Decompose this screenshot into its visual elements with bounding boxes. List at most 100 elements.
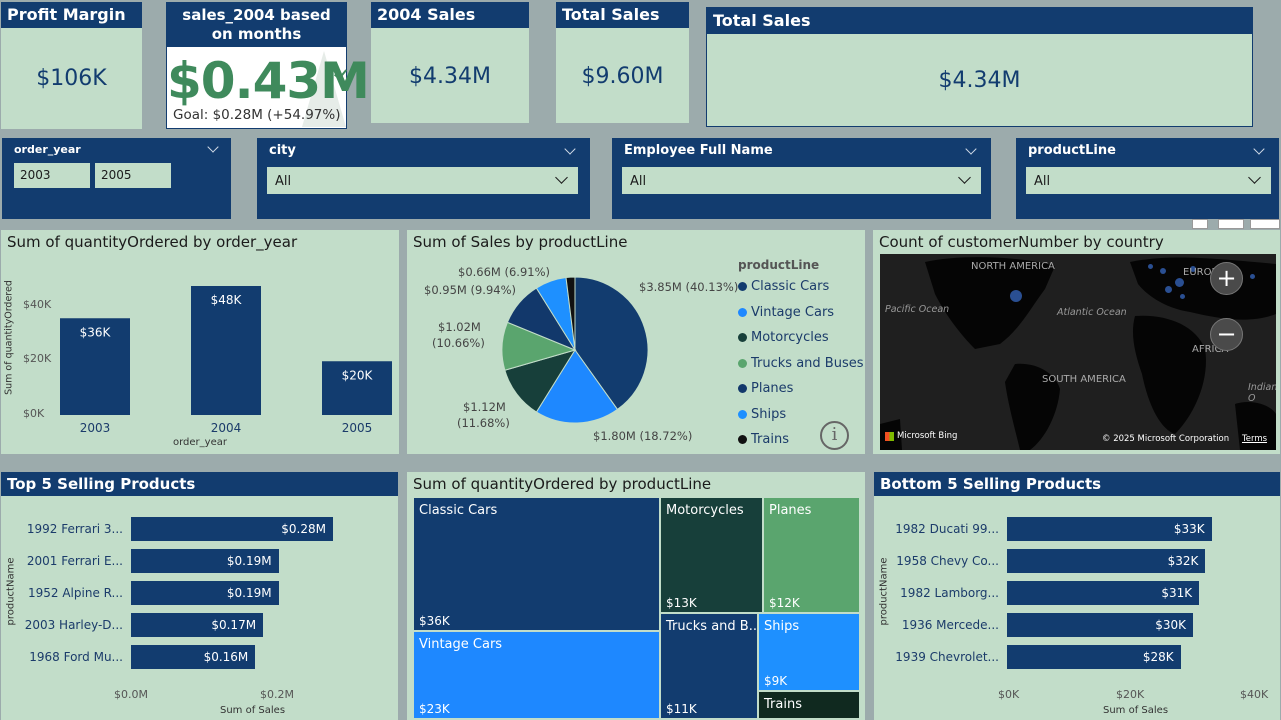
x-axis-label: Sum of Sales — [1103, 705, 1169, 716]
x-tick-label: 2004 — [211, 421, 242, 435]
treemap-cell-trains[interactable]: Trains — [758, 691, 860, 719]
legend-label: Classic Cars — [751, 279, 830, 294]
bar-category-label: 2001 Ferrari E... — [26, 554, 123, 568]
kpi-goal: Goal: $0.28M (+54.97%) — [173, 107, 341, 123]
more-options-icon[interactable] — [1250, 219, 1280, 229]
chevron-down-icon — [1248, 171, 1261, 184]
bottom5-products-chart: Bottom 5 Selling Products productName 19… — [874, 472, 1280, 720]
slicer-label: Employee Full Name — [624, 143, 773, 158]
qty-by-year-chart: Sum of quantityOrdered by order_year Sum… — [1, 230, 399, 454]
map-bubble[interactable] — [1165, 286, 1172, 293]
map-bubble[interactable] — [1180, 294, 1185, 299]
kpi-title: 2004 Sales — [371, 2, 529, 28]
bar-category-label: 1982 Ducati 99... — [895, 522, 999, 536]
map-bubble[interactable] — [1160, 268, 1166, 274]
zoom-out-button[interactable]: − — [1210, 318, 1243, 351]
bar-value-label: $48K — [211, 293, 243, 307]
map-bubble[interactable] — [1250, 274, 1255, 279]
legend-dot — [738, 384, 747, 393]
kpi-sales-2004-months: sales_2004 based on months $0.43M Goal: … — [166, 2, 370, 129]
map-copyright: © 2025 Microsoft Corporation — [1102, 434, 1230, 444]
treemap-cell-trucks[interactable]: Trucks and B... $11K — [660, 613, 761, 719]
legend-item[interactable]: Planes — [738, 381, 793, 396]
focus-mode-icon[interactable] — [1218, 219, 1244, 229]
visual-header-icons[interactable] — [1180, 219, 1280, 229]
treemap-cell-vintage[interactable]: Vintage Cars $23K — [413, 631, 660, 719]
kpi-value: $0.43M — [167, 52, 370, 110]
map-bubble[interactable] — [1010, 290, 1022, 302]
x-tick: $0.0M — [114, 688, 148, 701]
legend-item[interactable]: Trains — [738, 432, 789, 447]
bar-value-label: $0.19M — [226, 586, 272, 600]
map-label: Indian O — [1248, 382, 1276, 404]
legend-item[interactable]: Ships — [738, 407, 786, 422]
treemap-cell-name: Classic Cars — [419, 503, 498, 518]
legend-title: productLine — [738, 258, 820, 272]
chart-title: Top 5 Selling Products — [1, 472, 398, 496]
legend-item[interactable]: Classic Cars — [738, 279, 829, 294]
x-tick: $20K — [1116, 688, 1145, 701]
bar-value-label: $30K — [1155, 618, 1186, 632]
chevron-down-icon[interactable] — [207, 141, 219, 153]
map-label: Pacific Ocean — [885, 304, 950, 315]
slicer-employee[interactable]: Employee Full Name All — [612, 138, 991, 219]
slicer-label: city — [269, 143, 296, 158]
legend-dot — [738, 333, 747, 342]
treemap-cell-motor[interactable]: Motorcycles $13K — [660, 497, 763, 613]
slicer-order-year[interactable]: order_year 2003 2005 — [2, 138, 231, 219]
zoom-in-button[interactable]: + — [1210, 262, 1243, 295]
bar-value-label: $31K — [1161, 586, 1193, 600]
kpi-value: $4.34M — [409, 64, 491, 89]
bar-value-label: $28K — [1142, 650, 1174, 664]
qty-by-productline-treemap: Sum of quantityOrdered by productLine Cl… — [407, 472, 865, 720]
legend-label: Planes — [751, 381, 794, 396]
x-tick: $0.2M — [260, 688, 294, 701]
slicer-city[interactable]: city All — [257, 138, 590, 219]
bar-value-label: $0.17M — [211, 618, 257, 632]
treemap-cell-name: Planes — [769, 503, 812, 518]
slicer-productline[interactable]: productLine All — [1016, 138, 1279, 219]
map-bubble[interactable] — [1148, 264, 1153, 269]
treemap-cell-ships[interactable]: Ships $9K — [758, 613, 860, 691]
year-to-input[interactable]: 2005 — [95, 163, 171, 188]
treemap-cell-value: $9K — [764, 674, 788, 688]
chevron-down-icon[interactable] — [564, 143, 576, 155]
treemap-cell-classic[interactable]: Classic Cars $36K — [413, 497, 660, 631]
bing-label: Microsoft Bing — [897, 431, 958, 441]
treemap-cell-planes[interactable]: Planes $12K — [763, 497, 860, 613]
dropdown-value: All — [1034, 174, 1051, 189]
pie-label-vintage: $1.80M (18.72%) — [593, 429, 693, 443]
map-label: NORTH AMERICA — [971, 261, 1055, 272]
employee-dropdown[interactable]: All — [622, 167, 981, 194]
chevron-down-icon[interactable] — [965, 143, 977, 155]
legend-label: Trucks and Buses — [751, 355, 864, 371]
city-dropdown[interactable]: All — [267, 167, 578, 194]
legend-label: Ships — [751, 406, 787, 422]
productline-dropdown[interactable]: All — [1026, 167, 1271, 194]
year-from-input[interactable]: 2003 — [14, 163, 90, 188]
legend-item[interactable]: Vintage Cars — [738, 305, 834, 320]
bar-category-label: 1982 Lamborg... — [900, 586, 999, 600]
chevron-down-icon — [555, 171, 568, 184]
treemap-cell-value: $13K — [666, 596, 697, 610]
map-canvas[interactable]: NORTH AMERICA EUROPE AFRICA SOUTH AMERIC… — [880, 254, 1276, 450]
info-icon[interactable]: i — [820, 421, 849, 450]
terms-link[interactable]: Terms — [1242, 434, 1267, 444]
bar-value-label: $20K — [342, 368, 374, 382]
kpi-title: Profit Margin — [1, 2, 142, 28]
legend-dot — [738, 282, 747, 291]
legend-dot — [738, 307, 747, 317]
x-axis-label: Sum of Sales — [220, 705, 286, 716]
chart-title: Bottom 5 Selling Products — [874, 472, 1280, 496]
legend-item[interactable]: Trucks and Buses — [738, 356, 864, 371]
bar-value-label: $33K — [1173, 522, 1205, 536]
chevron-down-icon[interactable] — [1253, 143, 1265, 155]
bar-category-label: 1939 Chevrolet... — [895, 650, 999, 664]
treemap-cell-name: Motorcycles — [666, 503, 744, 518]
legend-item[interactable]: Motorcycles — [738, 330, 829, 345]
map-bubble[interactable] — [1175, 278, 1184, 287]
kpi-value: $4.34M — [938, 68, 1021, 93]
treemap-cell-name: Vintage Cars — [419, 637, 503, 652]
filter-icon[interactable] — [1192, 219, 1208, 229]
treemap-cell-value: $36K — [419, 614, 450, 628]
